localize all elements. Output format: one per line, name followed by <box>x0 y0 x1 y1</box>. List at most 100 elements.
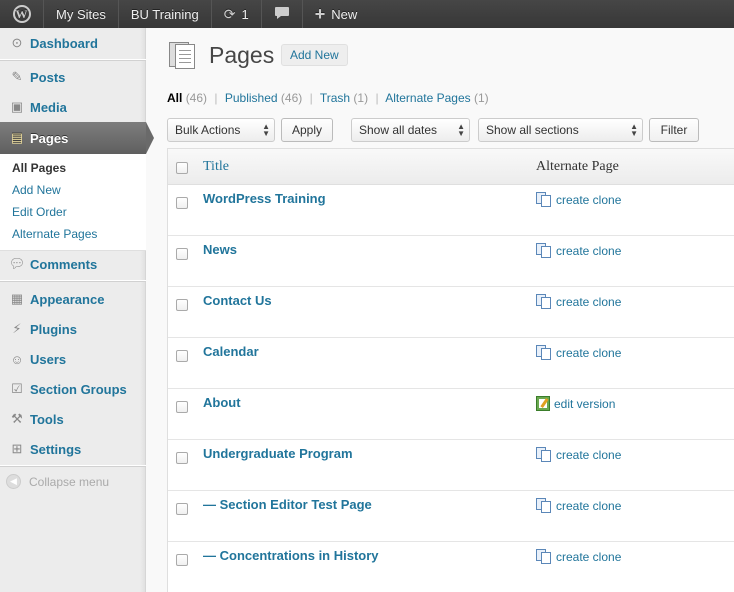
create-clone-link[interactable]: create clone <box>536 549 621 564</box>
apply-button[interactable]: Apply <box>281 118 333 142</box>
wordpress-logo-icon: W <box>12 5 31 23</box>
clone-icon <box>536 243 552 258</box>
menu-dashboard[interactable]: ⊙ Dashboard <box>0 28 146 58</box>
bulk-actions-select[interactable]: Bulk Actions ▲ ▼ <box>167 118 275 142</box>
section-groups-icon: ☑ <box>11 381 23 396</box>
row-title-link[interactable]: — Concentrations in History <box>203 548 379 563</box>
menu-tools[interactable]: ⚒ Tools <box>0 404 146 434</box>
menu-appearance-label: Appearance <box>30 291 105 307</box>
filter-all[interactable]: All <box>167 91 182 105</box>
site-name-menu[interactable]: BU Training <box>119 0 212 28</box>
table-row: — Section Editor Test Page create clone <box>168 491 734 542</box>
menu-plugins[interactable]: ⚡︎ Plugins <box>0 314 146 344</box>
row-action-label: create clone <box>556 549 622 564</box>
menu-separator <box>0 465 146 467</box>
pages-icon: ▤ <box>10 130 24 145</box>
wordpress-logo-menu[interactable]: W <box>0 0 44 28</box>
table-row: Undergraduate Program create clone <box>168 440 734 491</box>
create-clone-link[interactable]: create clone <box>536 294 621 309</box>
menu-comments[interactable]: 💬︎ Comments <box>0 249 146 279</box>
dates-select[interactable]: Show all dates ▲ ▼ <box>351 118 470 142</box>
main-content: Pages Add New All (46) | Published (46) … <box>147 28 734 592</box>
row-checkbox[interactable] <box>176 452 188 464</box>
add-new-button[interactable]: Add New <box>281 44 348 66</box>
submenu-alternate-pages[interactable]: Alternate Pages <box>12 227 97 241</box>
table-row: — Concentrations in History create clone <box>168 542 734 592</box>
create-clone-link[interactable]: create clone <box>536 243 621 258</box>
row-title-link[interactable]: Undergraduate Program <box>203 446 353 461</box>
row-action-label: create clone <box>556 243 622 258</box>
table-row: Calendar create clone <box>168 338 734 389</box>
row-title-link[interactable]: — Section Editor Test Page <box>203 497 372 512</box>
updates-count: 1 <box>241 6 249 22</box>
create-clone-link[interactable]: create clone <box>536 498 621 513</box>
menu-section-groups[interactable]: ☑ Section Groups <box>0 374 146 404</box>
filter-trash-count: (1) <box>353 91 369 105</box>
submenu-edit-order[interactable]: Edit Order <box>12 205 67 219</box>
row-title-link[interactable]: About <box>203 395 241 410</box>
submenu-add-new[interactable]: Add New <box>12 183 61 197</box>
updates-menu[interactable]: ⟳ 1 <box>212 0 262 28</box>
filter-all-count: (46) <box>185 91 208 105</box>
row-title-link[interactable]: Contact Us <box>203 293 272 308</box>
new-content-menu[interactable]: + New <box>303 0 370 28</box>
admin-bar: W My Sites BU Training ⟳ 1 + New <box>0 0 734 28</box>
clone-icon <box>536 345 552 360</box>
bulk-actions-value: Bulk Actions <box>175 123 241 137</box>
menu-posts-label: Posts <box>30 69 66 85</box>
table-row: Contact Us create clone <box>168 287 734 338</box>
menu-posts[interactable]: ✎ Posts <box>0 62 146 92</box>
row-action-label: edit version <box>554 396 616 411</box>
sections-select[interactable]: Show all sections ▲ ▼ <box>478 118 643 142</box>
filter-trash[interactable]: Trash <box>320 91 350 105</box>
menu-media-label: Media <box>30 99 67 115</box>
menu-separator <box>0 280 146 282</box>
create-clone-link[interactable]: create clone <box>536 192 621 207</box>
menu-settings[interactable]: ⊞ Settings <box>0 434 146 464</box>
comments-menu[interactable] <box>262 0 303 28</box>
collapse-menu-button[interactable]: ◀ Collapse menu <box>6 474 109 489</box>
create-clone-link[interactable]: create clone <box>536 345 621 360</box>
row-checkbox[interactable] <box>176 248 188 260</box>
dates-value: Show all dates <box>359 123 438 137</box>
row-checkbox[interactable] <box>176 401 188 413</box>
row-checkbox[interactable] <box>176 503 188 515</box>
menu-users[interactable]: ☺ Users <box>0 344 146 374</box>
clone-icon <box>536 192 552 207</box>
users-icon: ☺ <box>10 351 24 367</box>
column-title-header[interactable]: Title <box>203 159 229 175</box>
pages-submenu: All Pages Add New Edit Order Alternate P… <box>0 154 146 251</box>
row-title-link[interactable]: Calendar <box>203 344 259 359</box>
select-arrows-icon: ▲ ▼ <box>630 122 638 138</box>
page-title: Pages <box>209 42 275 68</box>
submenu-all-pages[interactable]: All Pages <box>12 161 66 175</box>
row-checkbox[interactable] <box>176 554 188 566</box>
menu-separator <box>0 59 146 61</box>
edit-version-link[interactable]: edit version <box>536 396 615 411</box>
row-checkbox[interactable] <box>176 197 188 209</box>
row-checkbox[interactable] <box>176 350 188 362</box>
create-clone-link[interactable]: create clone <box>536 447 621 462</box>
filter-button[interactable]: Filter <box>649 118 699 142</box>
menu-plugins-label: Plugins <box>30 321 77 337</box>
edit-version-icon <box>536 396 550 411</box>
filter-alternate-count: (1) <box>473 91 489 105</box>
menu-pages[interactable]: ▤ Pages <box>0 122 154 154</box>
row-checkbox[interactable] <box>176 299 188 311</box>
menu-section-groups-label: Section Groups <box>30 381 127 397</box>
appearance-icon: ▦ <box>10 291 24 306</box>
table-row: News create clone <box>168 236 734 287</box>
my-sites-menu[interactable]: My Sites <box>44 0 119 28</box>
menu-dashboard-label: Dashboard <box>30 35 98 51</box>
select-arrows-icon: ▲ ▼ <box>262 122 270 138</box>
filter-published[interactable]: Published <box>225 91 278 105</box>
filter-alternate-pages[interactable]: Alternate Pages <box>385 91 470 105</box>
row-title-link[interactable]: WordPress Training <box>203 191 326 206</box>
row-title-link[interactable]: News <box>203 242 237 257</box>
select-all-checkbox[interactable] <box>176 162 188 174</box>
refresh-icon: ⟳ <box>223 5 236 22</box>
menu-media[interactable]: ▣ Media <box>0 92 146 122</box>
menu-appearance[interactable]: ▦ Appearance <box>0 284 146 314</box>
select-arrows-icon: ▲ ▼ <box>457 122 465 138</box>
clone-icon <box>536 294 552 309</box>
